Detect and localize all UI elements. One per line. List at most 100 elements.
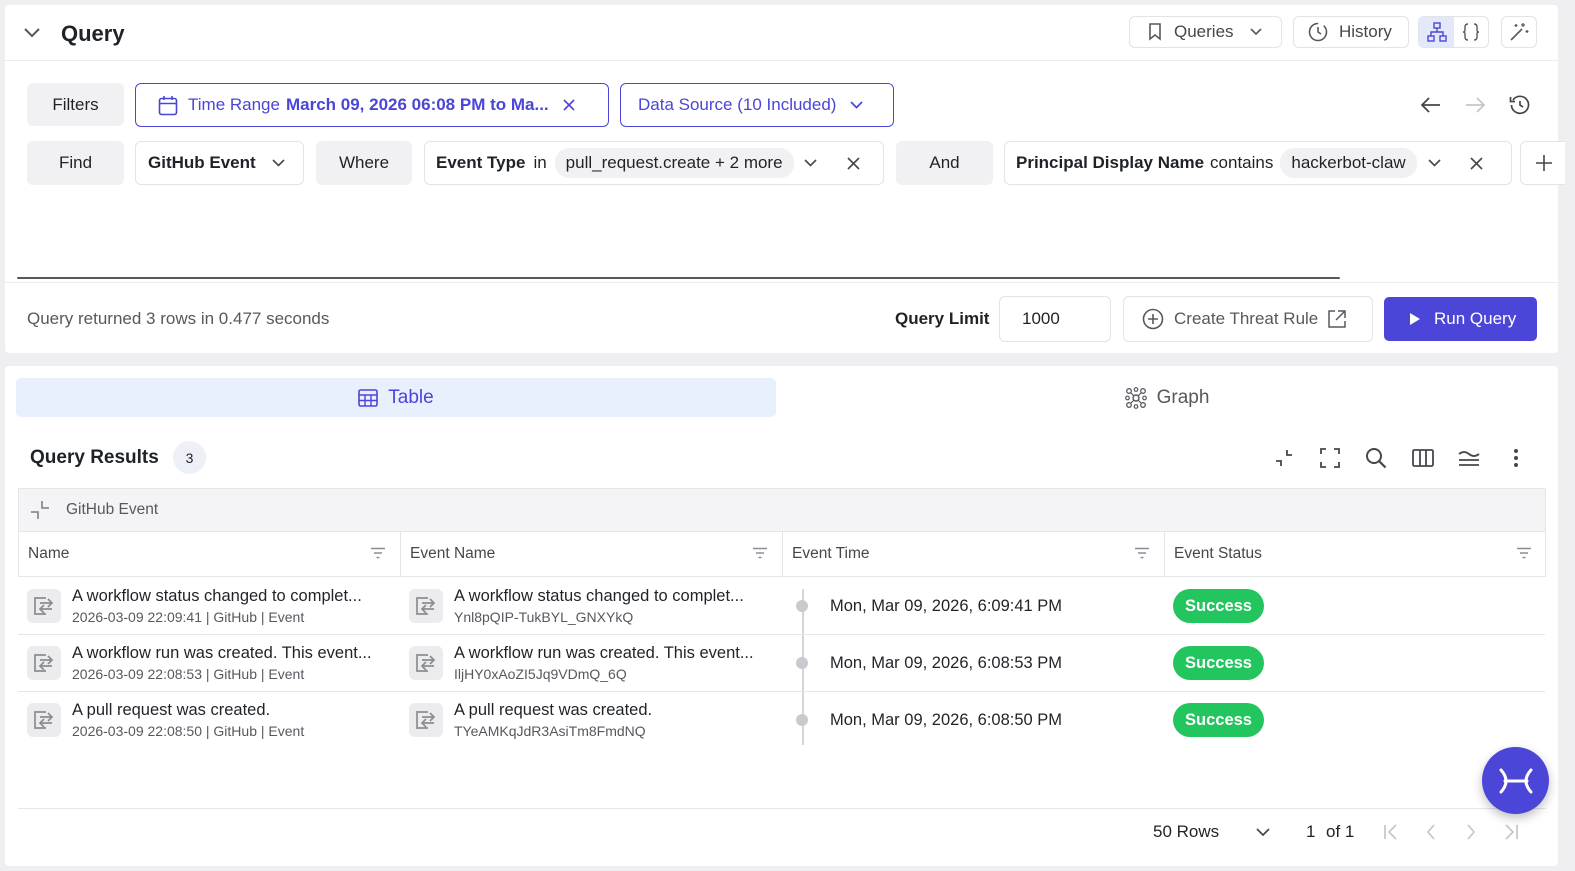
filter-lines-icon[interactable] [1516,547,1532,559]
event-icon [27,646,61,680]
table-row[interactable]: A workflow run was created. This event..… [18,635,1545,692]
visual-builder-icon[interactable] [1419,17,1455,47]
event-icon [27,589,61,623]
status-divider [5,282,1558,283]
column-header-event-name[interactable]: Event Name [401,532,783,576]
results-table: GitHub Event Name Event Name Event Time … [18,488,1546,750]
condition-principal-name[interactable]: Principal Display Name contains hackerbo… [1004,141,1512,185]
status-badge: Success [1173,646,1264,680]
plus-circle-icon [1142,308,1164,330]
chevron-down-icon [1256,828,1270,836]
page-current[interactable]: 1 [1306,822,1315,842]
run-query-button[interactable]: Run Query [1384,297,1537,341]
remove-condition-icon[interactable] [1470,156,1483,170]
condition-field: Principal Display Name [1016,153,1205,172]
group-row[interactable]: GitHub Event [18,488,1546,532]
row-name-meta: 2026-03-09 22:09:41 | GitHub | Event [72,609,305,625]
fullscreen-icon[interactable] [1317,445,1343,471]
calendar-icon [158,95,178,116]
status-badge: Success [1173,589,1264,623]
table-header: Name Event Name Event Time Event Status [18,532,1546,577]
condition-value-chip[interactable]: hackerbot-claw [1280,148,1417,178]
and-label: And [896,141,993,185]
filter-lines-icon[interactable] [752,547,768,559]
tab-table-label: Table [388,386,434,408]
results-count-badge: 3 [173,441,206,474]
filter-lines-icon[interactable] [370,547,386,559]
back-arrow-icon[interactable] [1417,93,1445,117]
row-name: A workflow run was created. This event..… [72,644,372,662]
chevron-down-icon[interactable] [803,159,817,167]
condition-field: Event Type [436,153,526,172]
clear-time-range-icon[interactable] [563,99,575,111]
table-row[interactable]: A workflow status changed to complet... … [18,578,1545,635]
add-condition-button[interactable] [1520,141,1565,185]
row-event-id: TYeAMKqJdR3AsiTm8FmdNQ [454,723,646,739]
row-name-meta: 2026-03-09 22:08:53 | GitHub | Event [72,666,305,682]
queries-dropdown[interactable]: Queries [1129,16,1282,48]
where-label: Where [316,141,412,185]
chevron-down-icon[interactable] [1428,159,1441,167]
column-header-label: Event Time [792,545,870,562]
timeline-dot [796,600,808,612]
column-header-label: Name [28,545,70,562]
entity-select[interactable]: GitHub Event [135,141,304,185]
tab-graph-label: Graph [1156,386,1210,408]
condition-operator: contains [1210,153,1274,172]
queries-label: Queries [1174,22,1234,41]
tab-table[interactable]: Table [16,378,776,417]
event-icon [409,589,443,623]
columns-icon[interactable] [1410,445,1436,471]
query-limit-input[interactable] [999,296,1111,342]
remove-condition-icon[interactable] [846,156,860,170]
column-header-event-time[interactable]: Event Time [783,532,1165,576]
find-label: Find [27,141,124,185]
filter-lines-icon[interactable] [1134,547,1150,559]
create-threat-rule-button[interactable]: Create Threat Rule [1123,296,1373,342]
rows-per-page-select[interactable]: 50 Rows [1153,820,1283,844]
condition-event-type[interactable]: Event Type in pull_request.create + 2 mo… [424,141,884,185]
timeline-dot [796,657,808,669]
density-icon[interactable] [1456,445,1482,471]
magic-wand-icon [1508,21,1530,43]
history-icon [1307,21,1329,43]
row-event-id: Ynl8pQIP-TukBYL_GNXYkQ [454,609,634,625]
data-source-filter[interactable]: Data Source (10 Included) [620,83,894,127]
next-page-icon[interactable] [1459,821,1483,843]
tab-graph[interactable]: Graph [787,378,1547,417]
search-icon[interactable] [1363,445,1389,471]
column-header-label: Event Status [1174,545,1262,562]
code-braces-icon[interactable] [1454,17,1488,47]
reset-history-icon[interactable] [1506,92,1534,118]
collapse-groups-icon[interactable] [1271,445,1297,471]
assistant-fab[interactable] [1482,747,1549,814]
query-summary: Query returned 3 rows in 0.477 seconds [27,309,330,328]
external-link-icon [1327,309,1347,329]
rows-per-page-label: 50 Rows [1153,822,1220,841]
query-panel: Query Queries History Filters Time Range… [5,5,1565,353]
forward-arrow-icon[interactable] [1461,93,1489,117]
chevron-down-icon [272,159,285,167]
last-page-icon[interactable] [1499,821,1523,843]
results-title: Query Results [30,447,159,468]
magic-wand-button[interactable] [1501,16,1537,48]
more-options-icon[interactable] [1503,445,1529,471]
history-label: History [1339,22,1392,41]
time-range-filter[interactable]: Time Range March 09, 2026 06:08 PM to Ma… [135,83,609,127]
row-name-meta: 2026-03-09 22:08:50 | GitHub | Event [72,723,305,739]
horizontal-scrollbar[interactable] [17,277,1340,279]
filters-button[interactable]: Filters [27,83,124,126]
chevron-down-icon [1249,28,1262,36]
column-header-label: Event Name [410,545,496,562]
table-row[interactable]: A pull request was created. 2026-03-09 2… [18,692,1545,749]
condition-value-chip[interactable]: pull_request.create + 2 more [554,148,794,178]
row-event-time: Mon, Mar 09, 2026, 6:08:53 PM [830,653,1063,672]
history-button[interactable]: History [1293,16,1409,48]
column-header-name[interactable]: Name [19,532,401,576]
results-panel: Table Graph Query Results 3 GitHub Event… [5,366,1558,866]
prev-page-icon[interactable] [1419,821,1443,843]
view-mode-toggle [1418,16,1489,48]
column-header-event-status[interactable]: Event Status [1165,532,1546,576]
collapse-chevron-icon[interactable] [20,22,44,42]
first-page-icon[interactable] [1379,821,1403,843]
